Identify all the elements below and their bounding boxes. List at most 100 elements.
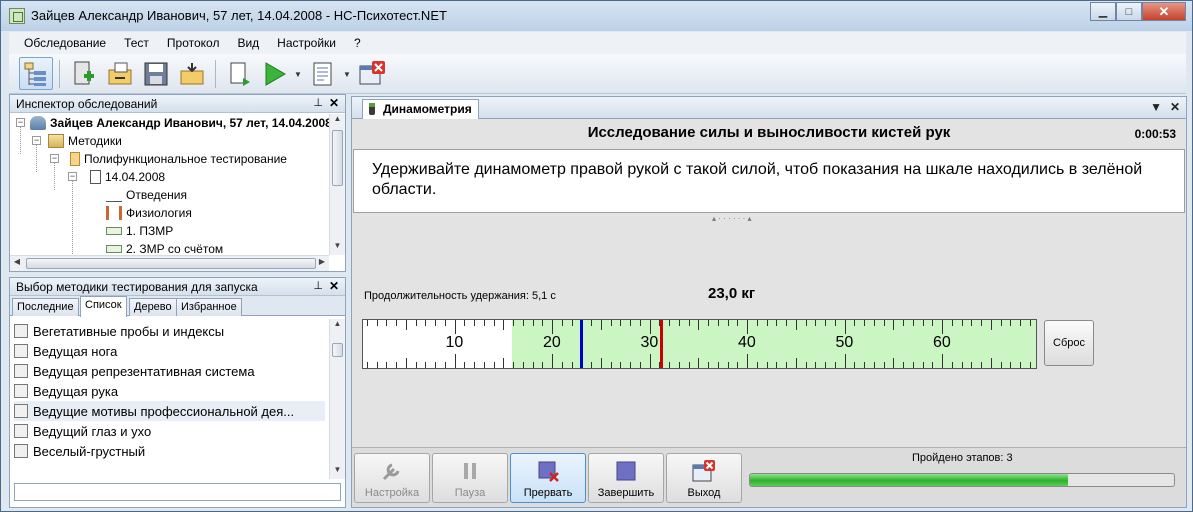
scale-tick <box>571 320 573 326</box>
inspector-header: Инспектор обследований ⊥ ✕ <box>10 95 345 113</box>
scroll-up-icon[interactable]: ▲ <box>330 114 345 128</box>
tree-expander[interactable]: − <box>16 118 25 127</box>
minimize-button[interactable]: ▁ <box>1090 2 1116 21</box>
close-panel-icon[interactable]: ✕ <box>329 279 339 293</box>
tree-expander[interactable]: − <box>68 172 77 181</box>
menu-settings[interactable]: Настройки <box>268 36 345 50</box>
list-item[interactable]: Ведущая рука <box>14 381 325 401</box>
scale-tick <box>747 354 748 368</box>
scale-tick <box>405 320 407 330</box>
list-item[interactable]: Ведущий глаз и ухо <box>14 421 325 441</box>
menu-examination[interactable]: Обследование <box>15 36 115 50</box>
tree-item-methods[interactable]: Методики <box>48 132 122 150</box>
list-item-selected[interactable]: Ведущие мотивы профессиональной дея... <box>14 401 325 421</box>
scroll-thumb[interactable] <box>332 130 343 186</box>
list-item[interactable]: Вегетативные пробы и индексы <box>14 321 325 341</box>
tab-list[interactable]: Список <box>80 296 127 317</box>
scale-tick <box>386 362 388 368</box>
scroll-thumb[interactable] <box>26 258 316 269</box>
settings-button[interactable]: Настройка <box>354 453 430 503</box>
tree-item-physiology[interactable]: Физиология <box>106 204 192 222</box>
scale-tick <box>639 362 641 368</box>
tree-vscrollbar[interactable]: ▲ ▼ <box>329 114 345 255</box>
pin-icon[interactable]: ⊥ <box>313 279 323 292</box>
tab-tree[interactable]: Дерево <box>129 298 177 316</box>
tab-recent[interactable]: Последние <box>12 298 79 316</box>
play-dropdown-icon[interactable]: ▼ <box>294 70 302 79</box>
tree-expander[interactable]: − <box>50 154 59 163</box>
tab-favorites[interactable]: Избранное <box>176 298 242 316</box>
save-icon[interactable] <box>139 57 173 90</box>
splitter-handle[interactable]: ▴ · · · · · · ▴ <box>712 214 752 223</box>
tree-expander[interactable]: − <box>32 136 41 145</box>
scale-tick <box>600 320 602 330</box>
scale-tick <box>961 362 963 368</box>
scale-tick <box>600 358 602 368</box>
chevron-down-icon[interactable]: ▼ <box>1150 100 1162 114</box>
list-item[interactable]: Веселый-грустный <box>14 441 325 461</box>
pause-button[interactable]: Пауза <box>432 453 508 503</box>
scroll-down-icon[interactable]: ▼ <box>330 241 345 255</box>
scroll-right-icon[interactable]: ▶ <box>315 257 329 266</box>
exit-button[interactable]: Выход <box>666 453 742 503</box>
scale-tick <box>708 362 709 368</box>
tree-item-polyfunctional[interactable]: Полифункциональное тестирование <box>70 150 287 168</box>
tree-item-label: 14.04.2008 <box>105 170 166 184</box>
scale-tick <box>737 362 739 368</box>
new-patient-icon[interactable] <box>67 57 101 90</box>
scale-tick <box>766 362 768 368</box>
app-icon <box>9 8 25 24</box>
report-dropdown-icon[interactable]: ▼ <box>343 70 351 79</box>
abort-button[interactable]: Прервать <box>510 453 586 503</box>
tree-item-zmr[interactable]: 2. ЗМР со счётом <box>106 240 223 255</box>
tree-item-patient[interactable]: Зайцев Александр Иванович, 57 лет, 14.04… <box>30 114 329 132</box>
run-step-icon[interactable] <box>223 57 257 90</box>
maximize-button[interactable]: □ <box>1116 2 1142 21</box>
list-item[interactable]: Ведущая репрезентативная система <box>14 361 325 381</box>
report-icon[interactable] <box>307 57 341 90</box>
close-window-icon[interactable] <box>355 57 389 90</box>
scroll-up-icon[interactable]: ▲ <box>330 319 345 333</box>
menu-view[interactable]: Вид <box>228 36 268 50</box>
tab-dynamometry[interactable]: Динамометрия <box>362 99 479 119</box>
finish-button[interactable]: Завершить <box>588 453 664 503</box>
close-button[interactable]: ✕ <box>1142 2 1186 21</box>
patient-icon <box>30 116 46 130</box>
control-bar: Настройка Пауза Прервать Завершить Выход… <box>352 447 1186 507</box>
chart-icon <box>14 324 28 338</box>
scroll-left-icon[interactable]: ◀ <box>10 257 24 266</box>
scale-tick <box>815 362 817 368</box>
tree-item-date[interactable]: 14.04.2008 <box>90 168 165 186</box>
button-label: Прервать <box>523 487 573 499</box>
inspector-panel: Инспектор обследований ⊥ ✕ − Зайцев Алек… <box>9 94 346 272</box>
open-folder-icon[interactable] <box>103 57 137 90</box>
tree-view-icon[interactable] <box>19 57 53 90</box>
method-vscrollbar[interactable]: ▲ ▼ <box>329 319 345 479</box>
scroll-thumb[interactable] <box>332 343 343 357</box>
tree-item-leads[interactable]: Отведения <box>106 186 187 204</box>
tree-item-label: 1. ПЗМР <box>126 224 174 238</box>
close-icon[interactable]: ✕ <box>1170 100 1180 114</box>
scale-tick <box>493 320 495 326</box>
scale-tick <box>503 358 505 368</box>
list-item[interactable]: Ведущая нога <box>14 341 325 361</box>
menu-protocol[interactable]: Протокол <box>158 36 229 50</box>
scale-tick <box>552 320 553 334</box>
reset-button[interactable]: Сброс <box>1044 320 1094 366</box>
scale-tick <box>776 320 778 326</box>
pin-icon[interactable]: ⊥ <box>313 96 323 109</box>
list-item-label: Ведущая нога <box>33 343 118 359</box>
scroll-down-icon[interactable]: ▼ <box>330 465 345 479</box>
tree-hscrollbar[interactable]: ◀ ▶ <box>10 255 329 271</box>
list-item-label: Вегетативные пробы и индексы <box>33 323 225 339</box>
close-panel-icon[interactable]: ✕ <box>329 96 339 110</box>
stages-progress-bar <box>749 473 1175 487</box>
scale-tick <box>464 362 466 368</box>
inspector-tree: − Зайцев Александр Иванович, 57 лет, 14.… <box>10 114 329 255</box>
menu-test[interactable]: Тест <box>115 36 158 50</box>
menu-help[interactable]: ? <box>345 36 370 50</box>
play-icon[interactable] <box>257 57 291 90</box>
export-icon[interactable] <box>175 57 209 90</box>
tree-item-pzmr[interactable]: 1. ПЗМР <box>106 222 173 240</box>
scale-label: 20 <box>543 334 561 351</box>
